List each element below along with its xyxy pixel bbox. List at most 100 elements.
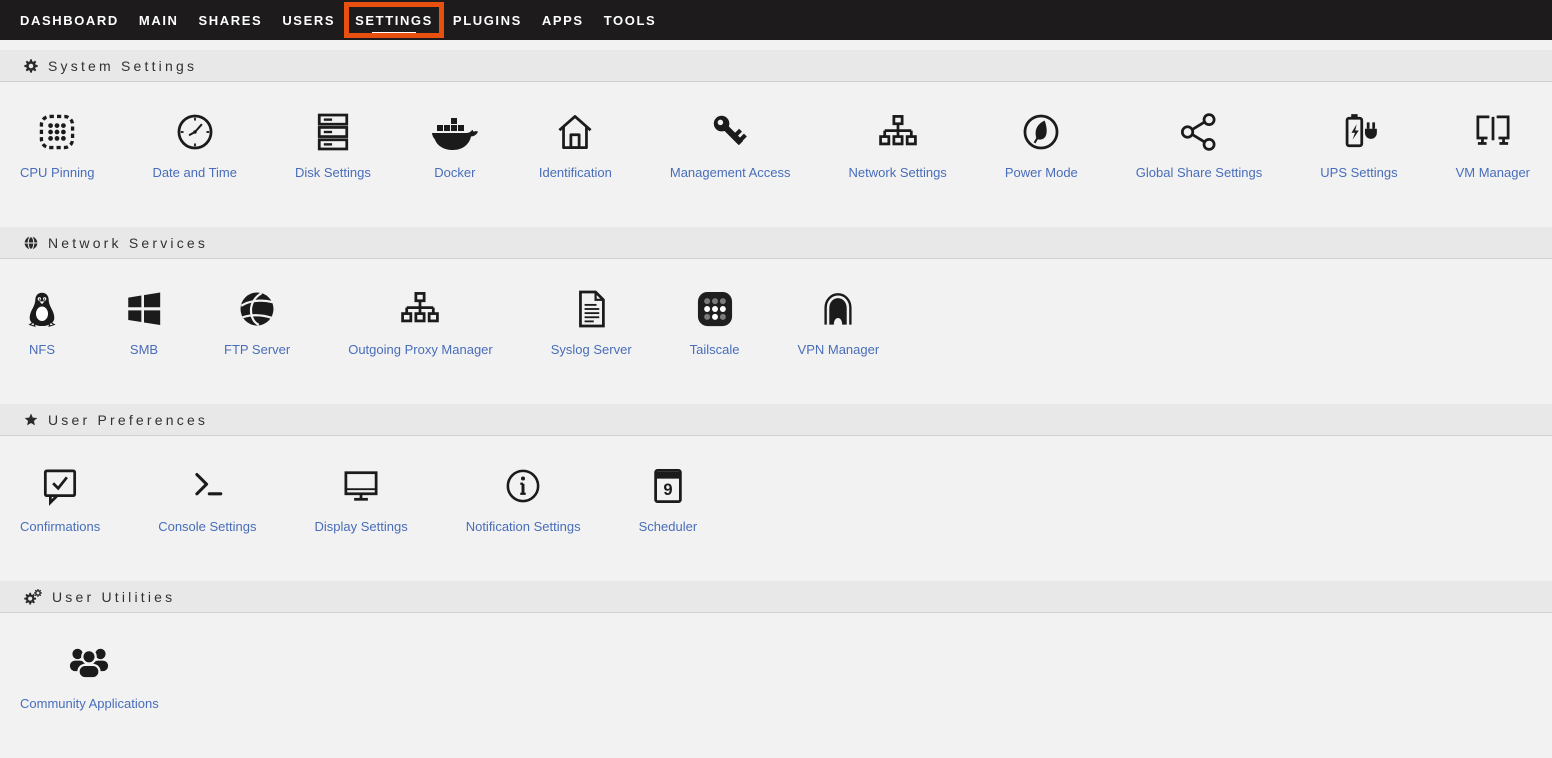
settings-item-label: UPS Settings	[1320, 165, 1397, 180]
settings-item-nfs[interactable]: NFS	[20, 285, 64, 357]
settings-item-label: Disk Settings	[295, 165, 371, 180]
section-user-utilities: User Utilities Community Applications	[0, 581, 1552, 758]
star-icon	[23, 412, 39, 428]
settings-item-vpn-manager[interactable]: VPN Manager	[798, 285, 880, 357]
nav-item-tools[interactable]: TOOLS	[594, 0, 667, 40]
sitemap-icon	[876, 108, 920, 156]
section-items-row: NFS SMB FTP Server Outgoing Proxy Manager Sy…	[0, 259, 1552, 404]
settings-item-label: Outgoing Proxy Manager	[348, 342, 493, 357]
settings-item-vm-manager[interactable]: VM Manager	[1456, 108, 1530, 180]
section-header-system-settings: System Settings	[0, 50, 1552, 82]
settings-item-label: Scheduler	[639, 519, 698, 534]
settings-item-label: Docker	[434, 165, 475, 180]
leaf-circle-icon	[1019, 108, 1063, 156]
nav-item-apps[interactable]: APPS	[532, 0, 594, 40]
settings-item-power-mode[interactable]: Power Mode	[1005, 108, 1078, 180]
users-group-icon	[66, 639, 112, 687]
section-network-services: Network Services NFS SMB FTP Server Outgoing…	[0, 227, 1552, 404]
settings-item-label: VPN Manager	[798, 342, 880, 357]
nav-item-plugins[interactable]: PLUGINS	[443, 0, 532, 40]
vm-monitors-icon	[1471, 108, 1515, 156]
settings-item-label: Date and Time	[152, 165, 237, 180]
settings-item-console-settings[interactable]: Console Settings	[158, 462, 256, 534]
settings-item-identification[interactable]: Identification	[539, 108, 612, 180]
document-lines-icon	[569, 285, 613, 333]
settings-item-scheduler[interactable]: 9 Scheduler	[639, 462, 698, 534]
home-icon	[553, 108, 597, 156]
settings-item-label: Syslog Server	[551, 342, 632, 357]
nav-item-label: DASHBOARD	[20, 13, 119, 28]
globe-solid-icon	[235, 285, 279, 333]
settings-item-label: Global Share Settings	[1136, 165, 1262, 180]
settings-item-docker[interactable]: Docker	[429, 108, 481, 180]
section-items-row: CPU Pinning Date and Time Disk Settings Doc…	[0, 82, 1552, 227]
settings-item-cpu-pinning[interactable]: CPU Pinning	[20, 108, 94, 180]
monitor-icon	[339, 462, 383, 510]
nav-item-main[interactable]: MAIN	[129, 0, 189, 40]
settings-item-notification-settings[interactable]: Notification Settings	[466, 462, 581, 534]
settings-item-tailscale[interactable]: Tailscale	[690, 285, 740, 357]
settings-item-display-settings[interactable]: Display Settings	[314, 462, 407, 534]
disk-stack-icon	[311, 108, 355, 156]
settings-item-label: Community Applications	[20, 696, 159, 711]
settings-item-network-settings[interactable]: Network Settings	[849, 108, 947, 180]
section-items-row: Community Applications	[0, 613, 1552, 758]
section-header-network-services: Network Services	[0, 227, 1552, 259]
settings-item-outgoing-proxy-manager[interactable]: Outgoing Proxy Manager	[348, 285, 493, 357]
nav-item-users[interactable]: USERS	[272, 0, 345, 40]
section-header-user-preferences: User Preferences	[0, 404, 1552, 436]
settings-item-smb[interactable]: SMB	[122, 285, 166, 357]
settings-item-label: Notification Settings	[466, 519, 581, 534]
settings-item-label: SMB	[130, 342, 158, 357]
nav-item-label: APPS	[542, 13, 584, 28]
settings-item-global-share-settings[interactable]: Global Share Settings	[1136, 108, 1262, 180]
nav-item-shares[interactable]: SHARES	[189, 0, 273, 40]
settings-item-label: Console Settings	[158, 519, 256, 534]
settings-item-ftp-server[interactable]: FTP Server	[224, 285, 290, 357]
linux-tux-icon	[20, 285, 64, 333]
settings-item-management-access[interactable]: Management Access	[670, 108, 791, 180]
section-system-settings: System Settings CPU Pinning Date and Time D…	[0, 50, 1552, 227]
cpu-pinning-icon	[35, 108, 79, 156]
section-title: User Preferences	[48, 412, 208, 428]
settings-item-label: Management Access	[670, 165, 791, 180]
section-header-user-utilities: User Utilities	[0, 581, 1552, 613]
docker-whale-icon	[429, 108, 481, 156]
section-title: System Settings	[48, 58, 197, 74]
calendar-icon: 9	[646, 462, 690, 510]
settings-item-label: VM Manager	[1456, 165, 1530, 180]
settings-item-label: Tailscale	[690, 342, 740, 357]
nav-item-label: SHARES	[199, 13, 263, 28]
main-nav: DASHBOARD MAIN SHARES USERS SETTINGS PLUGINS A…	[0, 0, 1552, 40]
section-items-row: Confirmations Console Settings Display Set…	[0, 436, 1552, 581]
section-title: Network Services	[48, 235, 208, 251]
battery-plug-icon	[1336, 108, 1382, 156]
section-title: User Utilities	[52, 589, 175, 605]
settings-item-disk-settings[interactable]: Disk Settings	[295, 108, 371, 180]
info-circle-icon	[501, 462, 545, 510]
tailscale-icon	[693, 285, 737, 333]
settings-item-label: Power Mode	[1005, 165, 1078, 180]
settings-item-label: CPU Pinning	[20, 165, 94, 180]
terminal-icon	[185, 462, 229, 510]
svg-text:9: 9	[663, 481, 672, 499]
settings-item-label: NFS	[29, 342, 55, 357]
share-nodes-icon	[1177, 108, 1221, 156]
settings-item-syslog-server[interactable]: Syslog Server	[551, 285, 632, 357]
section-user-preferences: User Preferences Confirmations Console Set…	[0, 404, 1552, 581]
settings-item-confirmations[interactable]: Confirmations	[20, 462, 100, 534]
nav-item-settings[interactable]: SETTINGS	[345, 0, 443, 40]
settings-item-ups-settings[interactable]: UPS Settings	[1320, 108, 1397, 180]
active-tab-underline	[372, 32, 416, 35]
nav-item-label: PLUGINS	[453, 13, 522, 28]
key-icon	[708, 108, 752, 156]
settings-item-date-and-time[interactable]: Date and Time	[152, 108, 237, 180]
nav-item-label: USERS	[282, 13, 335, 28]
settings-item-label: Identification	[539, 165, 612, 180]
settings-page: System Settings CPU Pinning Date and Time D…	[0, 50, 1552, 758]
sitemap-icon	[398, 285, 442, 333]
settings-item-label: Network Settings	[849, 165, 947, 180]
settings-item-label: Display Settings	[314, 519, 407, 534]
settings-item-community-applications[interactable]: Community Applications	[20, 639, 159, 711]
nav-item-dashboard[interactable]: DASHBOARD	[10, 0, 129, 40]
